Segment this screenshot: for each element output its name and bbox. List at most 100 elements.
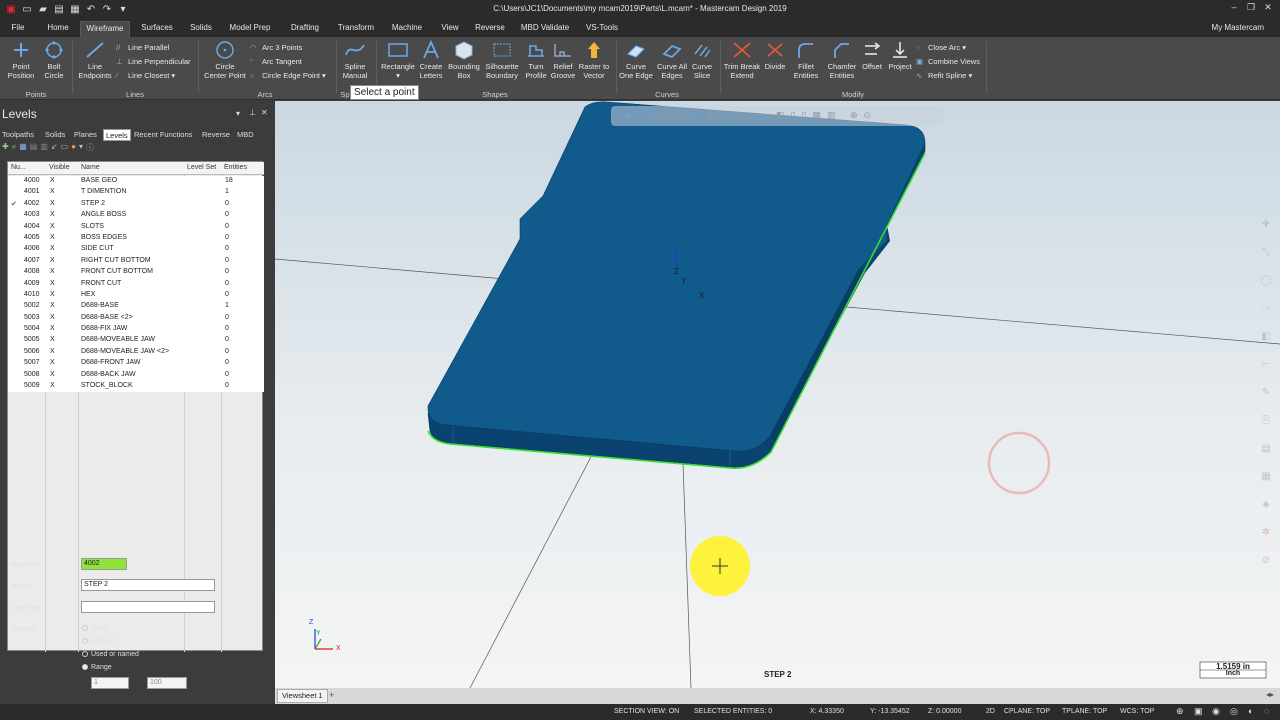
display-shade-icon[interactable]: ◐ (1248, 706, 1253, 716)
display-globe-icon[interactable]: ⊕ (1176, 706, 1184, 717)
my-mastercam-link[interactable]: My Mastercam (1212, 23, 1264, 32)
circle-edge-point-button[interactable]: ○ Circle Edge Point ▾ (250, 69, 326, 83)
turn-profile-button[interactable]: Turn Profile (522, 40, 550, 80)
level-row[interactable]: 4003 X ANGLE BOSS 0 (8, 210, 264, 221)
level-row[interactable]: 4008 X FRONT CUT BOTTOM 0 (8, 267, 264, 278)
tab-reverse[interactable]: Reverse (474, 21, 506, 37)
dynamic-icon[interactable]: ⤳ (1257, 303, 1275, 331)
line-closest-button[interactable]: ⁄ Line Closest ▾ (116, 69, 175, 83)
level-row[interactable]: 5009 X STOCK_BLOCK 0 (8, 381, 264, 392)
level-visible[interactable]: X (50, 314, 55, 321)
panel-tab-toolpaths[interactable]: Toolpaths (2, 129, 34, 141)
print-icon[interactable]: ▤ (51, 2, 67, 18)
arc-3-points-button[interactable]: ◠ Arc 3 Points (250, 41, 302, 55)
level-visible[interactable]: X (50, 200, 55, 207)
bounding-box-button[interactable]: Bounding Box (446, 40, 482, 80)
tab-view[interactable]: View (438, 21, 462, 37)
column-name-header[interactable]: Name (81, 164, 100, 171)
level-row[interactable]: 4005 X BOSS EDGES 0 (8, 233, 264, 244)
level-row[interactable]: 4000 X BASE GEO 18 (8, 176, 264, 187)
tab-solids[interactable]: Solids (186, 21, 216, 37)
level-visible[interactable]: X (50, 348, 55, 355)
save-icon[interactable]: ▭ (19, 2, 35, 18)
line-parallel-button[interactable]: // Line Parallel (116, 41, 169, 55)
chamfer-entities-button[interactable]: Chamfer Entities (824, 40, 860, 80)
level-visible[interactable]: X (50, 336, 55, 343)
tab-model-prep[interactable]: Model Prep (228, 21, 272, 37)
rectangle-button[interactable]: Rectangle ▾ (378, 40, 418, 80)
level-visible[interactable]: X (50, 291, 55, 298)
clear-icon[interactable]: ⊘ (1257, 555, 1275, 583)
display-range-radio[interactable]: Range (82, 664, 112, 671)
range-to-field[interactable]: 100 (147, 677, 187, 689)
spline-manual-button[interactable]: Spline Manual (338, 40, 372, 80)
clipboard-icon[interactable]: ▦ (67, 2, 83, 18)
customize-quick-access-icon[interactable]: ▾ (115, 2, 131, 18)
divide-button[interactable]: Divide (762, 40, 788, 71)
cplane-status[interactable]: CPLANE: TOP (1004, 708, 1050, 715)
level-color-icon[interactable]: ● (71, 142, 76, 156)
level-row[interactable]: 5005 X D688-MOVEABLE JAW 0 (8, 335, 264, 346)
add-viewsheet-icon[interactable]: + (329, 690, 334, 700)
level-row[interactable]: 5004 X D688-FIX JAW 0 (8, 324, 264, 335)
rotate-icon[interactable]: ◯ (1257, 275, 1275, 303)
measure-icon[interactable]: ⊢ (1257, 359, 1275, 387)
raster-to-vector-button[interactable]: Raster to Vector (576, 40, 612, 80)
level-row[interactable]: 5006 X D688-MOVEABLE JAW <2> 0 (8, 347, 264, 358)
level-row[interactable]: 4004 X SLOTS 0 (8, 222, 264, 233)
level-visible[interactable]: X (50, 371, 55, 378)
level-visible[interactable]: X (50, 302, 55, 309)
settings-icon[interactable]: ✲ (1257, 527, 1275, 555)
panel-menu-icon[interactable]: ▾ (236, 109, 240, 118)
scroll-right-icon[interactable]: ◂▸ (1266, 690, 1274, 699)
display-used-radio[interactable]: Used (82, 625, 107, 632)
find-level-icon[interactable]: ⌕ (12, 142, 16, 156)
viewport-canvas[interactable] (275, 101, 1280, 688)
curve-one-edge-button[interactable]: Curve One Edge (618, 40, 654, 80)
level-icon[interactable]: ▤ (1257, 443, 1275, 471)
zoom-in-icon[interactable]: ✚ (1257, 219, 1275, 247)
close-button[interactable]: ✕ (1260, 2, 1276, 16)
level-visible[interactable]: X (50, 359, 55, 366)
add-level-icon[interactable]: ✚ (2, 142, 9, 156)
circle-center-point-button[interactable]: Circle Center Point (202, 40, 248, 80)
tab-wireframe[interactable]: Wireframe (80, 21, 130, 37)
app-logo-icon[interactable]: ▣ (3, 2, 19, 18)
undo-icon[interactable]: ↶ (83, 2, 99, 18)
level-visible[interactable]: X (50, 245, 55, 252)
level-visible[interactable]: X (50, 325, 55, 332)
level-visible[interactable]: X (50, 268, 55, 275)
display-mode-icon[interactable]: ◉ (1212, 706, 1220, 717)
name-field[interactable]: STEP 2 (81, 579, 215, 591)
tab-transform[interactable]: Transform (336, 21, 376, 37)
number-field[interactable]: 4002 (81, 558, 127, 570)
wcs-status[interactable]: WCS: TOP (1120, 708, 1154, 715)
close-arc-button[interactable]: ◌ Close Arc ▾ (916, 41, 966, 55)
tab-drafting[interactable]: Drafting (287, 21, 323, 37)
layers-icon[interactable]: ◈ (1257, 499, 1275, 527)
bolt-circle-button[interactable]: Bolt Circle (40, 40, 68, 80)
analyze-icon[interactable]: ✎ (1257, 387, 1275, 415)
tab-home[interactable]: Home (44, 21, 72, 37)
level-visibility-icon[interactable]: ▤ (30, 142, 38, 156)
level-arrow-icon[interactable]: ↙ (51, 142, 58, 156)
level-row[interactable]: 4009 X FRONT CUT 0 (8, 279, 264, 290)
level-row[interactable]: 5007 X D688-FRONT JAW 0 (8, 358, 264, 369)
level-options-icon[interactable]: ▾ (79, 142, 83, 156)
create-letters-button[interactable]: Create Letters (416, 40, 446, 80)
selected-entities-status[interactable]: SELECTED ENTITIES: 0 (694, 708, 772, 715)
level-row[interactable]: 5002 X D688-BASE 1 (8, 301, 264, 312)
column-visible-header[interactable]: Visible (49, 164, 70, 171)
level-visible[interactable]: X (50, 188, 55, 195)
part-top-face[interactable] (427, 101, 926, 452)
level-row[interactable]: 4010 X HEX 0 (8, 290, 264, 301)
level-visible[interactable]: X (50, 382, 55, 389)
fillet-entities-button[interactable]: Fillet Entities (788, 40, 824, 80)
display-options-icon[interactable]: ◌ (1264, 706, 1269, 716)
display-wire-icon[interactable]: ◎ (1230, 706, 1238, 717)
pin-icon[interactable]: ⊥ (249, 108, 256, 117)
column-level-set-header[interactable]: Level Set (187, 164, 216, 171)
autocursor-toolbar[interactable]: ⌖ AutoCursor ▦⌖◫▭▭◧▯▯▦▥ ⊕⊙ (611, 106, 943, 126)
display-cube-icon[interactable]: ▣ (1194, 706, 1203, 717)
level-visible[interactable]: X (50, 257, 55, 264)
